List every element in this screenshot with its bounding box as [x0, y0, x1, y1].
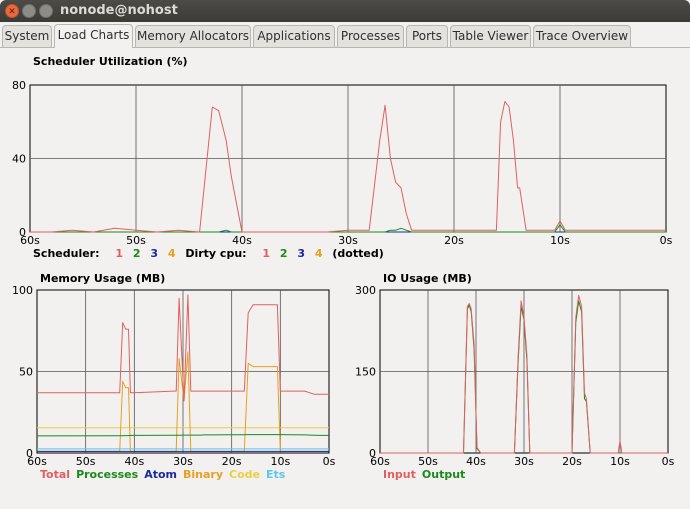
io-ytick-label: 150: [355, 366, 376, 379]
legend-dirty-2: 2: [279, 247, 288, 260]
memory-xtick-label: 60s: [27, 455, 47, 468]
minimize-window-button[interactable]: [22, 4, 36, 18]
scheduler-xtick-label: 50s: [126, 234, 146, 247]
legend-dirty-1: 1: [262, 247, 271, 260]
memory-xtick-label: 50s: [76, 455, 96, 468]
memory-xtick-label: 10s: [270, 455, 290, 468]
scheduler-xtick-label: 10s: [550, 234, 570, 247]
io-legend-output: Output: [421, 468, 466, 481]
legend-scheduler-2: 2: [132, 247, 141, 260]
memory-legend: Total Processes Atom Binary Code Ets: [40, 468, 291, 481]
legend-dirty-3: 3: [297, 247, 306, 260]
io-xtick-label: 60s: [370, 455, 390, 468]
io-ytick-label: 300: [355, 284, 376, 297]
tab-processes[interactable]: Processes: [337, 25, 404, 47]
legend-scheduler-4: 4: [167, 247, 176, 260]
close-window-button[interactable]: ✕: [5, 4, 19, 18]
memory-ytick-label: 50: [19, 366, 33, 379]
tab-table-viewer[interactable]: Table Viewer: [450, 25, 531, 47]
scheduler-utilization-chart: 8040060s 50s 40s 30s 20s 10s 0s: [12, 79, 673, 247]
tab-bar: System Load Charts Memory Allocators App…: [0, 24, 690, 48]
scheduler-xtick-label: 20s: [444, 234, 464, 247]
tab-memory-allocators[interactable]: Memory Allocators: [135, 25, 251, 47]
memory-legend-processes: Processes: [76, 468, 139, 481]
scheduler-xtick-label: 60s: [20, 234, 40, 247]
scheduler-xtick-label: 0s: [660, 234, 673, 247]
io-usage-chart: 300150060s 50s 40s 30s 20s 10s 0s: [355, 284, 675, 468]
scheduler-xtick-label: 40s: [232, 234, 252, 247]
io-legend: Input Output: [383, 468, 471, 481]
memory-usage-chart: 10050060s 50s 40s 30s 20s 10s 0s: [12, 284, 336, 468]
tab-system[interactable]: System: [2, 25, 52, 47]
memory-xtick-label: 20s: [222, 455, 242, 468]
memory-ytick-label: 100: [12, 284, 33, 297]
tab-ports[interactable]: Ports: [406, 25, 448, 47]
io-xtick-label: 40s: [466, 455, 486, 468]
io-xtick-label: 0s: [662, 455, 675, 468]
memory-legend-code: Code: [229, 468, 260, 481]
scheduler-chart-title: Scheduler Utilization (%): [33, 55, 188, 68]
io-xtick-label: 30s: [514, 455, 534, 468]
window-title: nonode@nohost: [60, 3, 178, 18]
legend-dirty-4: 4: [314, 247, 323, 260]
memory-legend-binary: Binary: [183, 468, 224, 481]
legend-scheduler-label: Scheduler:: [33, 247, 100, 260]
scheduler-ytick-label: 80: [12, 79, 26, 92]
memory-legend-total: Total: [40, 468, 71, 481]
tab-trace-overview[interactable]: Trace Overview: [533, 25, 631, 47]
window-titlebar: ✕ nonode@nohost: [0, 0, 690, 22]
legend-scheduler-3: 3: [150, 247, 158, 260]
memory-legend-atom: Atom: [144, 468, 177, 481]
scheduler-xtick-label: 30s: [338, 234, 358, 247]
io-xtick-label: 10s: [610, 455, 630, 468]
maximize-window-button[interactable]: [39, 4, 53, 18]
io-legend-input: Input: [383, 468, 416, 481]
legend-dirty-label: Dirty cpu:: [185, 247, 247, 260]
tab-load-charts[interactable]: Load Charts: [54, 24, 133, 48]
memory-xtick-label: 0s: [323, 455, 336, 468]
scheduler-ytick-label: 40: [12, 153, 26, 166]
memory-xtick-label: 40s: [124, 455, 144, 468]
io-xtick-label: 20s: [562, 455, 582, 468]
legend-dotted-note: (dotted): [332, 247, 384, 260]
memory-legend-ets: Ets: [265, 468, 286, 481]
memory-xtick-label: 30s: [173, 455, 193, 468]
scheduler-legend: Scheduler: 1 2 3 4 Dirty cpu: 1 2 3 4 (d…: [33, 247, 390, 260]
tab-applications[interactable]: Applications: [253, 25, 335, 47]
io-xtick-label: 50s: [418, 455, 438, 468]
legend-scheduler-1: 1: [115, 247, 123, 260]
